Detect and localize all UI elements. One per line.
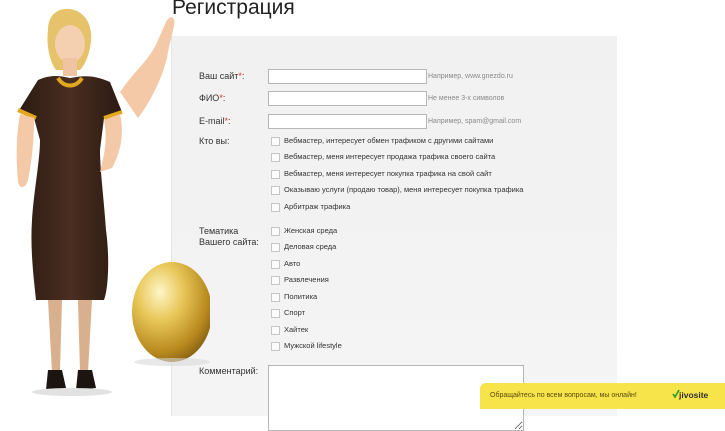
email-input[interactable] — [268, 114, 427, 129]
topic-option-label: Деловая среда — [284, 242, 337, 251]
topic-option-label: Политика — [284, 292, 318, 301]
who-option-label: Вебмастер, меня интересует продажа трафи… — [284, 152, 496, 161]
dress — [18, 76, 122, 300]
checkbox[interactable] — [271, 153, 280, 162]
shoes — [46, 370, 96, 390]
raised-arm — [120, 17, 175, 118]
woman-with-egg-illustration — [16, 8, 210, 396]
checkbox[interactable] — [271, 227, 280, 236]
topic-option-label: Развлечения — [284, 275, 329, 284]
golden-egg — [132, 262, 210, 362]
checkbox[interactable] — [271, 243, 280, 252]
jivosite-logo: jivosite — [679, 390, 709, 400]
fio-hint: Не менее 3-х символов — [428, 95, 505, 102]
checkbox[interactable] — [271, 186, 280, 195]
chat-message: Обращайтесь по всем вопросам, мы онлайн! — [490, 392, 637, 399]
fio-input[interactable] — [268, 91, 427, 106]
checkbox[interactable] — [271, 309, 280, 318]
checkbox[interactable] — [271, 342, 280, 351]
legs — [48, 300, 92, 372]
who-option-label: Оказываю услуги (продаю товар), меня инт… — [284, 185, 524, 194]
registration-form-panel: Ваш сайт*: Например, www.gnezdo.ru ФИО*:… — [171, 36, 617, 431]
topic-option-label: Мужской lifestyle — [284, 341, 342, 350]
egg-shadow — [134, 358, 210, 366]
checkbox[interactable] — [271, 293, 280, 302]
topic-option-label: Спорт — [284, 308, 306, 317]
site-input[interactable] — [268, 69, 427, 84]
checkbox[interactable] — [271, 276, 280, 285]
face — [55, 25, 85, 63]
email-hint: Например, spam@gmail.com — [428, 118, 522, 125]
who-option-label: Вебмастер, меня интересует покупка трафи… — [284, 169, 492, 178]
topic-option-label: Авто — [284, 259, 301, 268]
checkbox[interactable] — [271, 170, 280, 179]
checkbox[interactable] — [271, 326, 280, 335]
checkbox[interactable] — [271, 203, 280, 212]
topic-option-label: Хайтек — [284, 325, 309, 334]
checkbox[interactable] — [271, 137, 280, 146]
who-option-label: Вебмастер, интересует обмен трафиком с д… — [284, 136, 494, 145]
neck — [63, 58, 77, 76]
who-option-label: Арбитраж трафика — [284, 202, 351, 211]
feet-shadow — [32, 388, 112, 396]
left-arm — [16, 114, 34, 188]
checkbox[interactable] — [271, 260, 280, 269]
site-hint: Например, www.gnezdo.ru — [428, 73, 513, 80]
chat-widget[interactable]: Обращайтесь по всем вопросам, мы онлайн!… — [480, 383, 725, 409]
topic-option-label: Женская среда — [284, 226, 338, 235]
